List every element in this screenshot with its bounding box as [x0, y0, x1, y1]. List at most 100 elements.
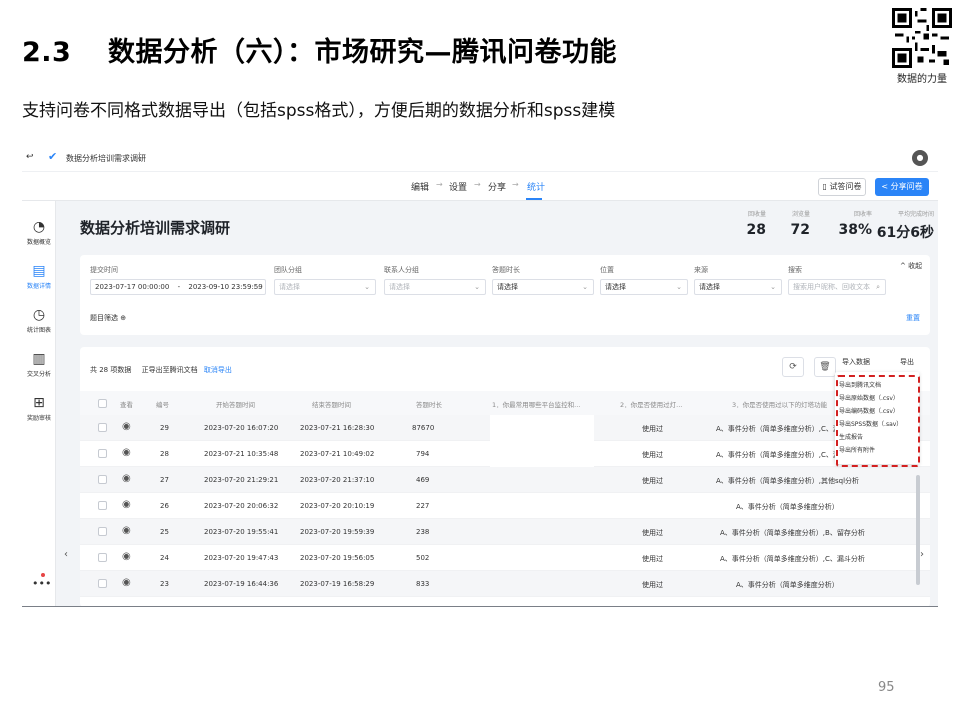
column-header-id[interactable]: 编号 — [156, 399, 169, 409]
sidebar-item-charts[interactable]: ◷ 统计图表 — [22, 307, 56, 334]
cancel-export-link[interactable]: 取消导出 — [204, 366, 232, 374]
cell-end-time: 2023-07-20 21:37:10 — [300, 476, 375, 484]
cell-start-time: 2023-07-21 10:35:48 — [204, 450, 279, 458]
select-all-checkbox[interactable] — [98, 399, 107, 408]
view-eye-icon[interactable]: ◉ — [122, 447, 131, 458]
tab-share[interactable]: 分享 — [488, 180, 506, 193]
chevron-down-icon: ⌄ — [770, 283, 776, 291]
survey-summary: 数据分析培训需求调研 回收量 28 浏览量 72 回收率 38% 平均完成时间 … — [80, 201, 934, 243]
sidebar-item-overview[interactable]: ◔ 数据概览 — [22, 219, 56, 246]
tab-settings[interactable]: 设置 — [449, 180, 467, 193]
delete-button[interactable]: 🗑 — [814, 357, 836, 377]
responses-table-panel: 共 28 项数据 正导出至腾讯文档 取消导出 ⟳ 🗑 导入数据 导出 查看 编号… — [80, 347, 930, 606]
chevron-down-icon: ⌄ — [474, 283, 480, 291]
cell-id: 29 — [160, 424, 169, 432]
cell-q3: A、事件分析（简单多维度分析）,C、漏斗分析 — [720, 555, 865, 563]
view-eye-icon[interactable]: ◉ — [122, 499, 131, 510]
contact-group-select[interactable]: 请选择 ⌄ — [384, 279, 486, 295]
table-row[interactable]: ◉ 25 2023-07-20 19:55:41 2023-07-20 19:5… — [80, 519, 930, 545]
column-header-start: 开始答题时间 — [216, 401, 255, 409]
stat-value: 61分6秒 — [876, 225, 934, 241]
table-row[interactable]: ◉ 27 2023-07-20 21:29:21 2023-07-20 21:3… — [80, 467, 930, 493]
cell-id: 26 — [160, 502, 169, 510]
column-header-q2: 2．你是否使用过灯... — [620, 401, 683, 409]
redacted-cell — [490, 441, 594, 467]
cell-start-time: 2023-07-20 21:29:21 — [204, 476, 279, 484]
chevron-down-icon: ⌄ — [676, 283, 682, 291]
preview-survey-button[interactable]: ▯ 试答问卷 — [818, 178, 866, 196]
stat-views: 浏览量 72 — [784, 209, 810, 238]
active-tab-indicator — [526, 198, 542, 200]
location-select[interactable]: 请选择 ⌄ — [600, 279, 688, 295]
date-range-picker[interactable]: 2023-07-17 00:00:00 - 2023-09-10 23:59:5… — [90, 279, 266, 295]
sidebar-item-cross-analysis[interactable]: ▥ 交叉分析 — [22, 351, 56, 378]
sidebar-item-details[interactable]: ▤ 数据详情 — [22, 263, 56, 290]
redacted-cell — [490, 415, 594, 441]
search-icon: ⌕ — [876, 283, 880, 291]
vertical-scrollbar[interactable] — [916, 475, 920, 585]
tab-edit[interactable]: 编辑 — [411, 180, 429, 193]
gauge-icon: ◔ — [32, 219, 46, 235]
cell-duration: 227 — [416, 502, 430, 510]
scroll-left-icon[interactable]: ‹ — [64, 549, 68, 560]
view-eye-icon[interactable]: ◉ — [122, 551, 131, 562]
filter-label-submit-time: 提交时间 — [90, 266, 118, 274]
filter-label-location: 位置 — [600, 266, 614, 274]
stat-value: 72 — [790, 222, 810, 238]
import-data-button[interactable]: 导入数据 — [842, 357, 870, 367]
cell-q2: 使用过 — [642, 477, 663, 485]
sidebar-item-label: 数据详情 — [26, 283, 51, 290]
view-eye-icon[interactable]: ◉ — [122, 473, 131, 484]
row-checkbox[interactable] — [98, 553, 107, 562]
row-checkbox[interactable] — [98, 501, 107, 510]
column-header-duration: 答题时长 — [416, 401, 442, 409]
refresh-button[interactable]: ⟳ — [782, 357, 804, 377]
row-checkbox[interactable] — [98, 449, 107, 458]
filter-label-search: 搜索 — [788, 266, 802, 274]
team-group-select[interactable]: 请选择 ⌄ — [274, 279, 376, 295]
avatar[interactable]: ● — [912, 150, 928, 166]
view-eye-icon[interactable]: ◉ — [122, 421, 131, 432]
stat-value: 38% — [838, 222, 872, 238]
gift-icon: ⊞ — [33, 395, 45, 411]
table-row[interactable]: ◉ 23 2023-07-19 16:44:36 2023-07-19 16:5… — [80, 571, 930, 597]
collapse-filters-link[interactable]: ^ 收起 — [900, 261, 922, 271]
search-input[interactable]: 搜索用户昵称、回收文本 ⌕ — [788, 279, 886, 295]
question-filter-label: 题目筛选 — [90, 314, 118, 322]
view-eye-icon[interactable]: ◉ — [122, 525, 131, 536]
row-checkbox[interactable] — [98, 475, 107, 484]
trash-icon: 🗑 — [819, 362, 831, 372]
app-topbar: ↩ ✔ 数据分析培训需求调研 ⋮ ● — [22, 145, 938, 171]
table-row[interactable]: ◉ 29 2023-07-20 16:07:20 2023-07-21 16:2… — [80, 415, 930, 441]
cell-q3: A、事件分析（简单多维度分析） — [736, 503, 839, 511]
row-checkbox[interactable] — [98, 527, 107, 536]
source-select[interactable]: 请选择 ⌄ — [694, 279, 782, 295]
cell-q2: 使用过 — [642, 425, 663, 433]
cell-id: 25 — [160, 528, 169, 536]
export-button[interactable]: 导出 — [900, 357, 914, 367]
more-options-icon[interactable]: ⋮ — [135, 152, 144, 162]
duration-select[interactable]: 请选择 ⌄ — [492, 279, 594, 295]
reset-filters-link[interactable]: 重置 — [906, 313, 920, 323]
table-row[interactable]: ◉ 24 2023-07-20 19:47:43 2023-07-20 19:5… — [80, 545, 930, 571]
row-checkbox[interactable] — [98, 579, 107, 588]
column-header-q3: 3．你是否使用过以下的灯塔功能 — [732, 401, 828, 409]
question-filter-button[interactable]: 题目筛选 ⊕ — [90, 313, 126, 323]
qr-code-icon — [892, 8, 952, 68]
table-row[interactable]: ◉ 28 2023-07-21 10:35:48 2023-07-21 10:4… — [80, 441, 930, 467]
share-survey-button[interactable]: < 分享问卷 — [875, 178, 929, 196]
cell-duration: 87670 — [412, 424, 435, 432]
scroll-right-icon[interactable]: › — [920, 549, 924, 560]
more-apps-icon[interactable]: ••• — [32, 577, 51, 590]
table-row[interactable]: ◉ 26 2023-07-20 20:06:32 2023-07-20 20:1… — [80, 493, 930, 519]
view-eye-icon[interactable]: ◉ — [122, 577, 131, 588]
tab-statistics[interactable]: 统计 — [527, 180, 545, 193]
sidebar-item-rewards[interactable]: ⊞ 奖励审核 — [22, 395, 56, 422]
arrow-icon: → — [436, 180, 443, 189]
slide-subtitle: 支持问卷不同格式数据导出（包括spss格式），方便后期的数据分析和spss建模 — [22, 101, 616, 121]
back-icon[interactable]: ↩ — [26, 152, 34, 162]
sidebar-item-label: 奖励审核 — [26, 415, 51, 422]
row-checkbox[interactable] — [98, 423, 107, 432]
cell-start-time: 2023-07-19 16:44:36 — [204, 580, 279, 588]
column-header-end: 结束答题时间 — [312, 401, 351, 409]
